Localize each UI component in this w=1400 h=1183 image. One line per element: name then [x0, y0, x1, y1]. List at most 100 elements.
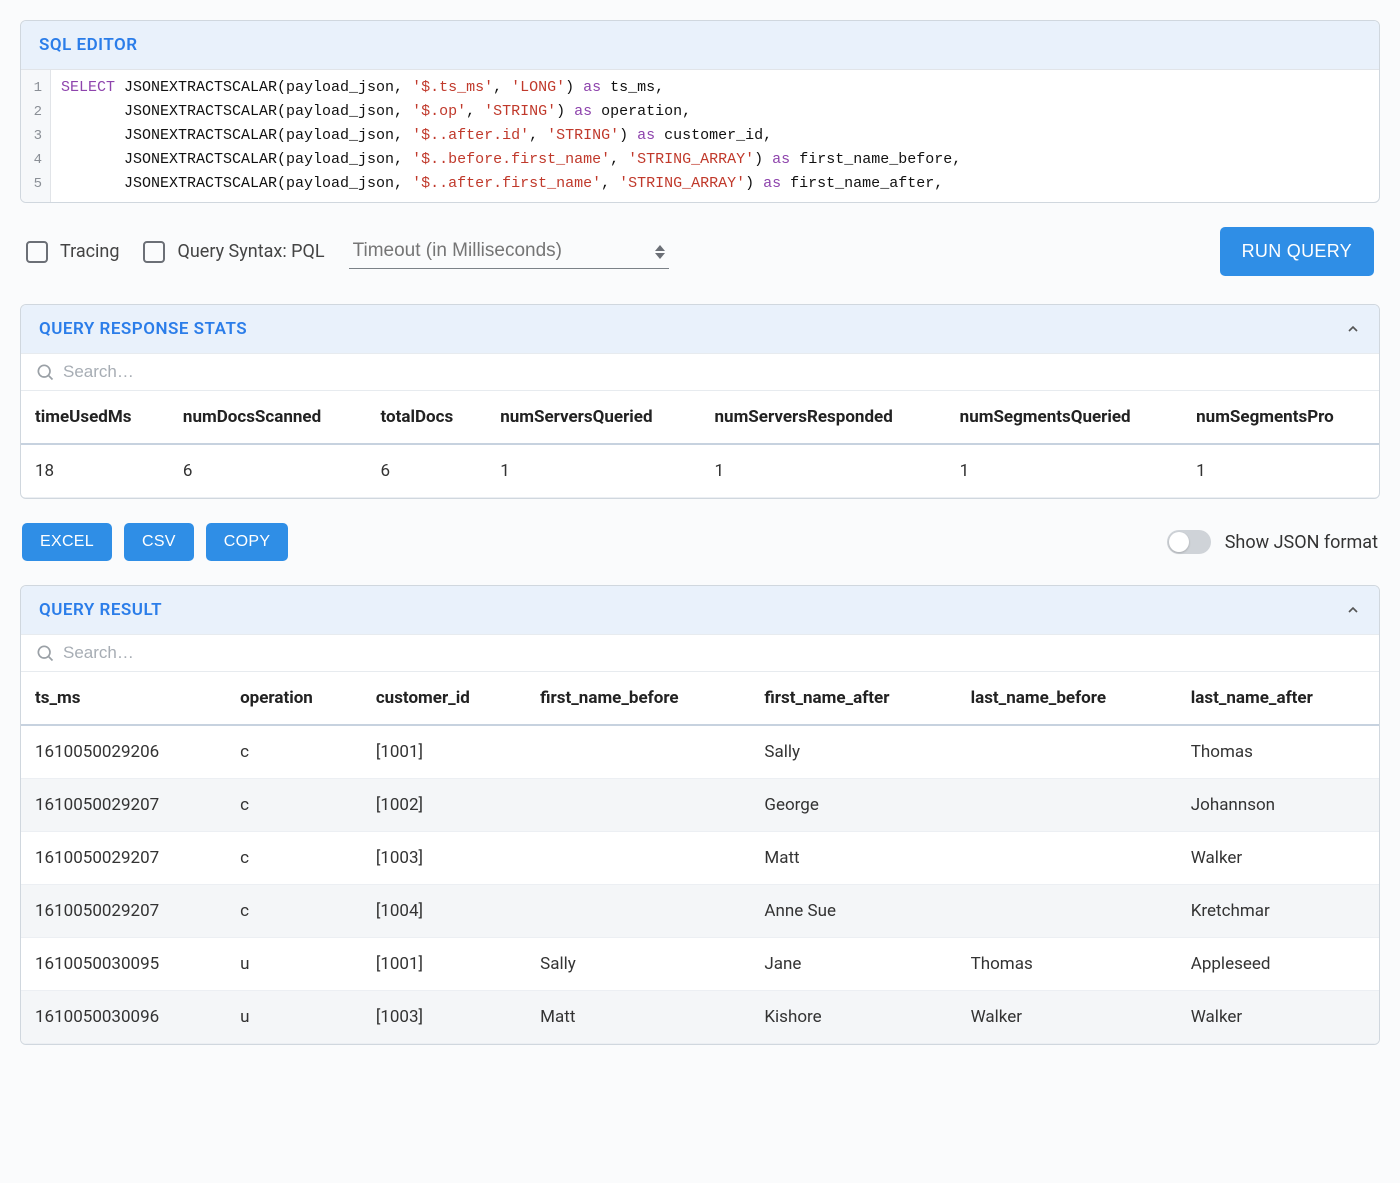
- export-row: EXCEL CSV COPY Show JSON format: [20, 523, 1380, 561]
- json-format-toggle[interactable]: Show JSON format: [1167, 530, 1378, 554]
- result-cell: [526, 832, 750, 885]
- result-cell: Sally: [526, 938, 750, 991]
- tracing-checkbox[interactable]: Tracing: [26, 241, 119, 263]
- result-cell: George: [750, 779, 956, 832]
- result-cell: u: [226, 938, 362, 991]
- line-gutter: 12345: [21, 70, 51, 202]
- result-header[interactable]: QUERY RESULT: [21, 586, 1379, 634]
- toggle-track: [1167, 530, 1211, 554]
- result-cell: Matt: [526, 991, 750, 1044]
- result-col-header[interactable]: operation: [226, 672, 362, 725]
- copy-button[interactable]: COPY: [206, 523, 289, 561]
- result-cell: [1004]: [362, 885, 526, 938]
- stats-col-header[interactable]: numServersResponded: [701, 391, 946, 444]
- stats-cell: 1: [946, 444, 1182, 498]
- result-cell: [1002]: [362, 779, 526, 832]
- stats-col-header[interactable]: totalDocs: [367, 391, 487, 444]
- result-cell: 1610050030096: [21, 991, 226, 1044]
- result-cell: [957, 832, 1177, 885]
- stats-col-header[interactable]: numServersQueried: [486, 391, 700, 444]
- result-cell: [526, 725, 750, 779]
- stats-title: QUERY RESPONSE STATS: [39, 319, 247, 339]
- result-cell: Thomas: [957, 938, 1177, 991]
- stats-cell: 6: [169, 444, 367, 498]
- result-col-header[interactable]: last_name_after: [1177, 672, 1379, 725]
- excel-button[interactable]: EXCEL: [22, 523, 112, 561]
- search-icon: [35, 643, 55, 663]
- pql-checkbox[interactable]: Query Syntax: PQL: [143, 241, 324, 263]
- result-cell: [1001]: [362, 938, 526, 991]
- result-cell: Thomas: [1177, 725, 1379, 779]
- result-cell: [1001]: [362, 725, 526, 779]
- table-row[interactable]: 1610050029206c[1001] Sally Thomas: [21, 725, 1379, 779]
- result-cell: Walker: [957, 991, 1177, 1044]
- stats-col-header[interactable]: numDocsScanned: [169, 391, 367, 444]
- result-title: QUERY RESULT: [39, 600, 162, 620]
- query-controls: Tracing Query Syntax: PQL RUN QUERY: [20, 227, 1380, 276]
- result-table: ts_msoperationcustomer_idfirst_name_befo…: [21, 672, 1379, 1044]
- result-cell: c: [226, 885, 362, 938]
- result-search-input[interactable]: [63, 643, 1365, 663]
- stats-header[interactable]: QUERY RESPONSE STATS: [21, 305, 1379, 353]
- result-cell: Johannson: [1177, 779, 1379, 832]
- result-cell: c: [226, 725, 362, 779]
- run-query-button[interactable]: RUN QUERY: [1220, 227, 1374, 276]
- result-col-header[interactable]: customer_id: [362, 672, 526, 725]
- result-col-header[interactable]: ts_ms: [21, 672, 226, 725]
- stats-cell: 6: [367, 444, 487, 498]
- table-row[interactable]: 1610050030095u[1001]SallyJaneThomasApple…: [21, 938, 1379, 991]
- stats-search-row: [21, 353, 1379, 391]
- result-cell: 1610050029206: [21, 725, 226, 779]
- stats-cell: 18: [21, 444, 169, 498]
- stats-cell: 1: [701, 444, 946, 498]
- table-row[interactable]: 1610050029207c[1003]MattWalker: [21, 832, 1379, 885]
- sql-editor-title: SQL EDITOR: [39, 35, 138, 55]
- sql-editor-panel: SQL EDITOR 12345 SELECT JSONEXTRACTSCALA…: [20, 20, 1380, 203]
- stats-cell: 1: [486, 444, 700, 498]
- stats-table-scroll[interactable]: timeUsedMsnumDocsScannedtotalDocsnumServ…: [21, 391, 1379, 498]
- pql-label: Query Syntax: PQL: [177, 241, 324, 262]
- chevron-up-icon: [1345, 602, 1361, 618]
- csv-button[interactable]: CSV: [124, 523, 194, 561]
- result-cell: Kretchmar: [1177, 885, 1379, 938]
- timeout-input[interactable]: [349, 234, 669, 269]
- chevron-up-icon: [1345, 321, 1361, 337]
- result-cell: u: [226, 991, 362, 1044]
- result-cell: Sally: [750, 725, 956, 779]
- json-toggle-label: Show JSON format: [1225, 532, 1378, 553]
- result-cell: [1003]: [362, 832, 526, 885]
- result-cell: Kishore: [750, 991, 956, 1044]
- result-cell: c: [226, 779, 362, 832]
- toggle-knob: [1169, 532, 1189, 552]
- code-lines[interactable]: SELECT JSONEXTRACTSCALAR(payload_json, '…: [51, 70, 1379, 202]
- timeout-field-wrap: [349, 234, 669, 269]
- result-cell: [957, 885, 1177, 938]
- result-cell: 1610050029207: [21, 832, 226, 885]
- result-search-row: [21, 634, 1379, 672]
- tracing-label: Tracing: [60, 241, 119, 262]
- result-cell: [526, 779, 750, 832]
- table-row[interactable]: 1610050029207c[1002]GeorgeJohannson: [21, 779, 1379, 832]
- result-col-header[interactable]: last_name_before: [957, 672, 1177, 725]
- result-cell: [1003]: [362, 991, 526, 1044]
- result-cell: Anne Sue: [750, 885, 956, 938]
- result-cell: Jane: [750, 938, 956, 991]
- stats-search-input[interactable]: [63, 362, 1365, 382]
- code-editor[interactable]: 12345 SELECT JSONEXTRACTSCALAR(payload_j…: [21, 69, 1379, 202]
- table-row[interactable]: 1610050030096u[1003]MattKishoreWalkerWal…: [21, 991, 1379, 1044]
- table-row[interactable]: 1610050029207c[1004] Anne Sue Kretchmar: [21, 885, 1379, 938]
- stats-col-header[interactable]: numSegmentsPro: [1182, 391, 1379, 444]
- spinner-icon[interactable]: [655, 245, 665, 259]
- result-cell: Matt: [750, 832, 956, 885]
- result-col-header[interactable]: first_name_after: [750, 672, 956, 725]
- stats-col-header[interactable]: timeUsedMs: [21, 391, 169, 444]
- stats-cell: 1: [1182, 444, 1379, 498]
- result-cell: c: [226, 832, 362, 885]
- checkbox-icon: [26, 241, 48, 263]
- result-col-header[interactable]: first_name_before: [526, 672, 750, 725]
- result-cell: 1610050029207: [21, 885, 226, 938]
- checkbox-icon: [143, 241, 165, 263]
- result-cell: [957, 779, 1177, 832]
- result-cell: 1610050030095: [21, 938, 226, 991]
- stats-col-header[interactable]: numSegmentsQueried: [946, 391, 1182, 444]
